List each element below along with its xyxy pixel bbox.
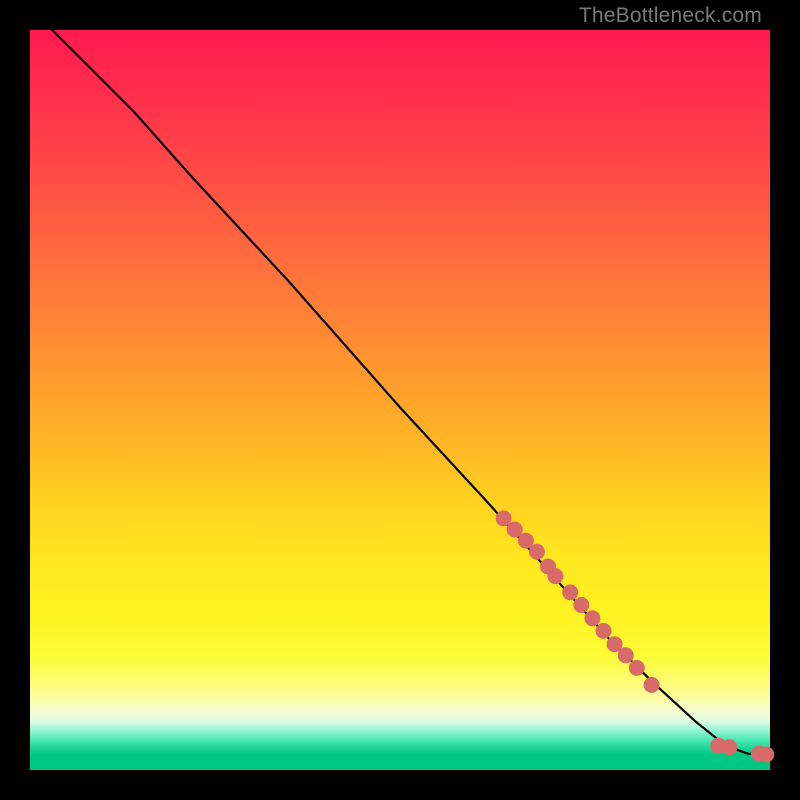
data-marker [596,623,612,639]
data-marker [573,597,589,613]
bottleneck-curve [52,30,766,755]
attribution-label: TheBottleneck.com [579,4,762,28]
data-marker [629,660,645,676]
data-marker [758,747,774,763]
data-marker [562,584,578,600]
data-marker [584,610,600,626]
chart-overlay [30,30,770,770]
data-marker [547,568,563,584]
chart-frame [30,30,770,770]
data-marker [618,647,634,663]
data-marker [529,544,545,560]
data-marker [721,739,737,755]
data-marker [644,677,660,693]
data-markers [496,510,775,762]
